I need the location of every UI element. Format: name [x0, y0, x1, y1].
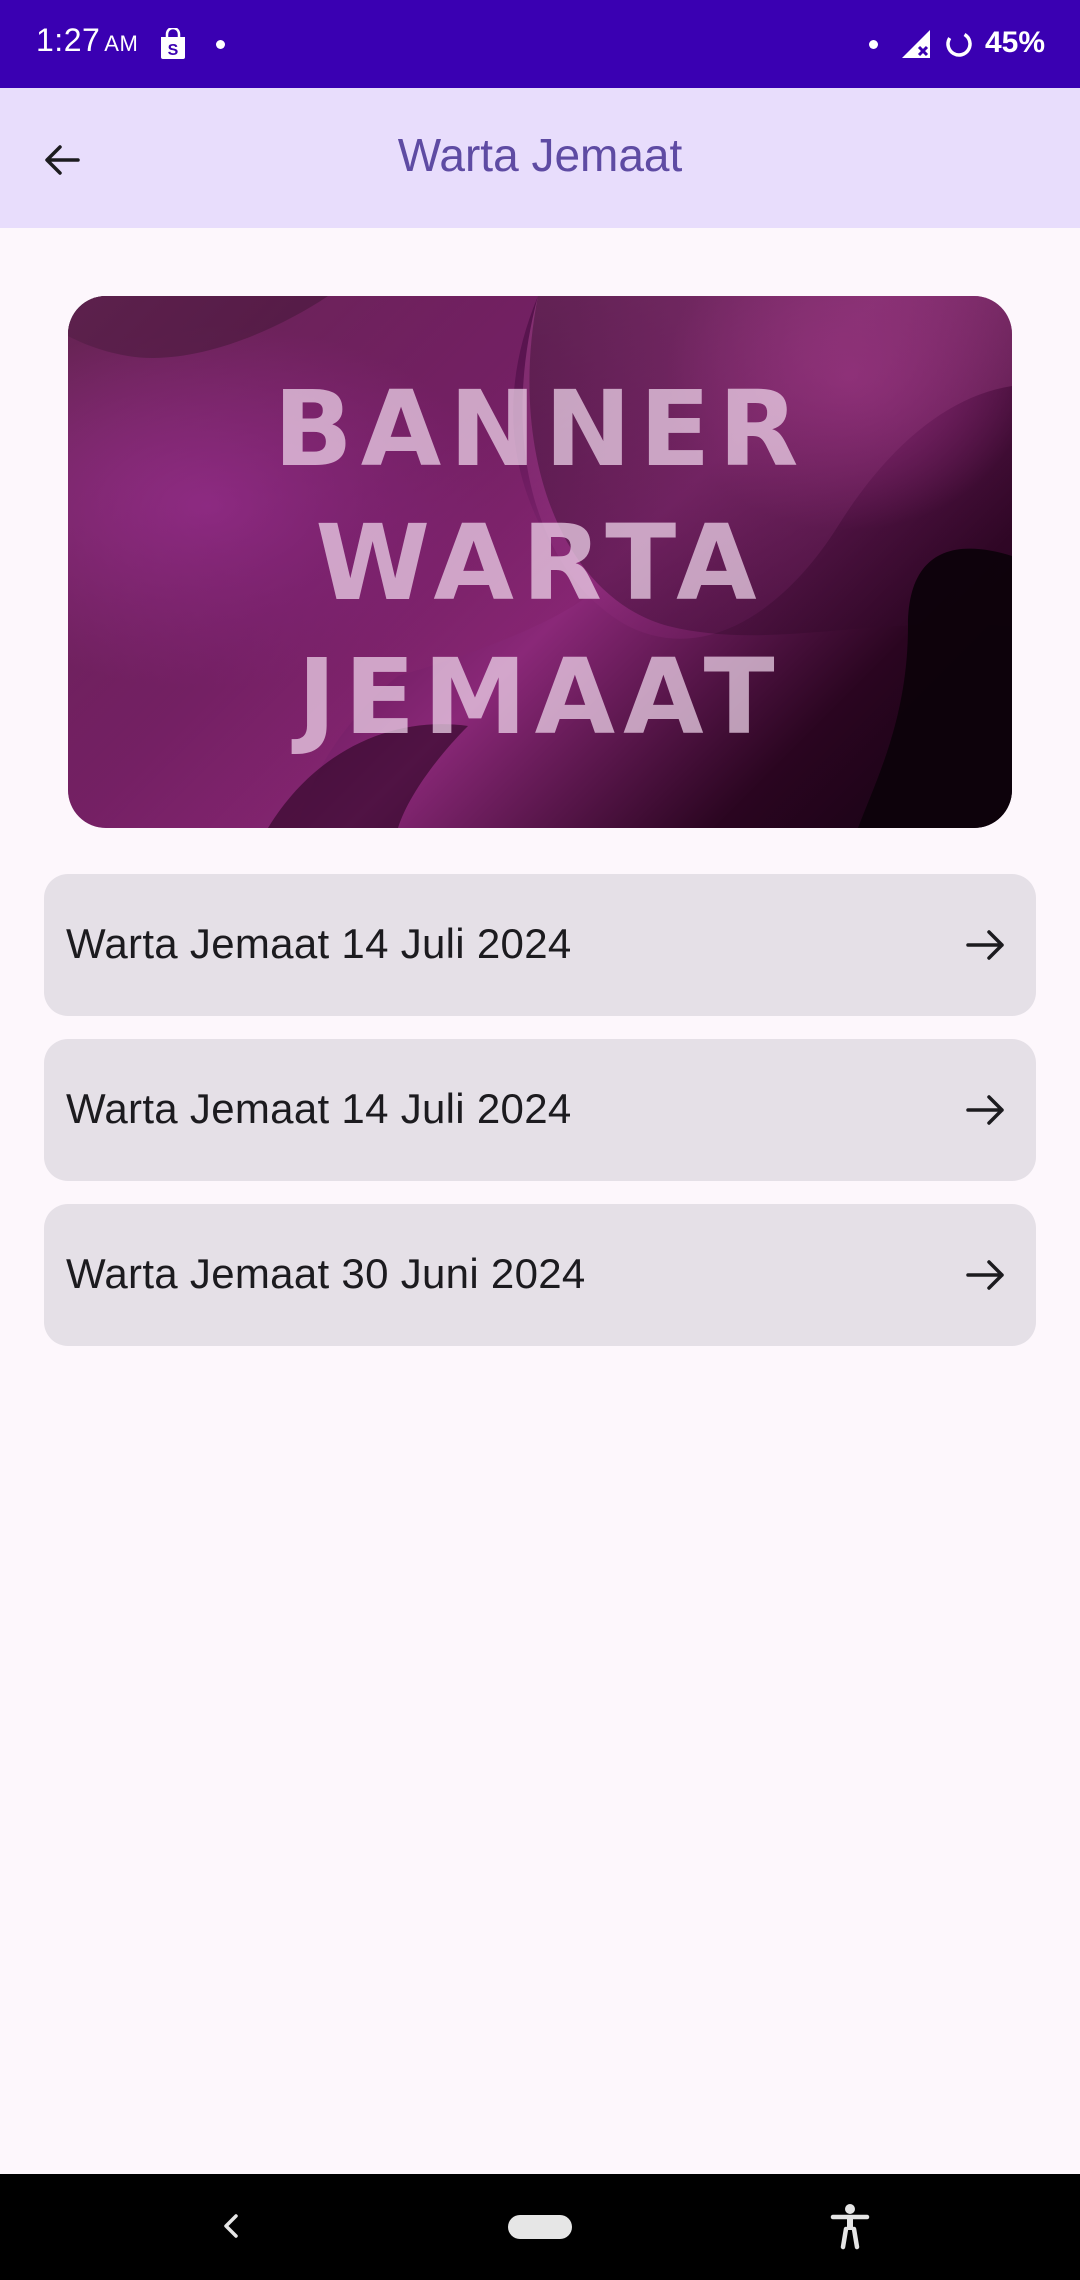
signal-off-icon — [902, 30, 930, 58]
battery-saver-icon — [946, 31, 972, 57]
arrow-forward-icon — [966, 1095, 1004, 1125]
arrow-forward-icon — [966, 930, 1004, 960]
home-pill-icon[interactable] — [508, 2215, 572, 2239]
status-time-ampm: AM — [104, 31, 139, 56]
list-item-label: Warta Jemaat 30 Juni 2024 — [66, 1250, 586, 1297]
status-time: 1:27 AM — [36, 22, 138, 59]
status-dot-icon — [869, 40, 878, 49]
notification-dot-icon — [216, 40, 225, 49]
list-item[interactable]: Warta Jemaat 30 Juni 2024 — [44, 1204, 1036, 1346]
page-title: Warta Jemaat — [397, 129, 683, 181]
status-bar: 1:27 AM S 45% — [0, 0, 1080, 88]
banner-line: JEMAAT — [297, 636, 783, 758]
list-item-label: Warta Jemaat 14 Juli 2024 — [66, 1085, 572, 1132]
accessibility-icon[interactable] — [828, 2202, 872, 2250]
list-item-label: Warta Jemaat 14 Juli 2024 — [66, 920, 572, 967]
list-item[interactable]: Warta Jemaat 14 Juli 2024 — [44, 874, 1036, 1016]
status-time-value: 1:27 — [36, 22, 101, 58]
banner-text: BANNER WARTA JEMAAT — [68, 362, 1012, 764]
list-item[interactable]: Warta Jemaat 14 Juli 2024 — [44, 1039, 1036, 1181]
banner-line: BANNER — [273, 368, 807, 490]
shopping-bag-icon: S — [161, 28, 185, 59]
banner-image: BANNER WARTA JEMAAT — [68, 296, 1012, 828]
nav-back-icon[interactable] — [210, 2204, 254, 2248]
battery-percent: 45% — [985, 26, 1046, 59]
app-bar: Warta Jemaat — [0, 88, 1080, 228]
arrow-forward-icon — [966, 1260, 1004, 1290]
system-nav-bar — [0, 2174, 1080, 2280]
banner-line: WARTA — [315, 502, 765, 624]
svg-text:S: S — [168, 42, 179, 59]
